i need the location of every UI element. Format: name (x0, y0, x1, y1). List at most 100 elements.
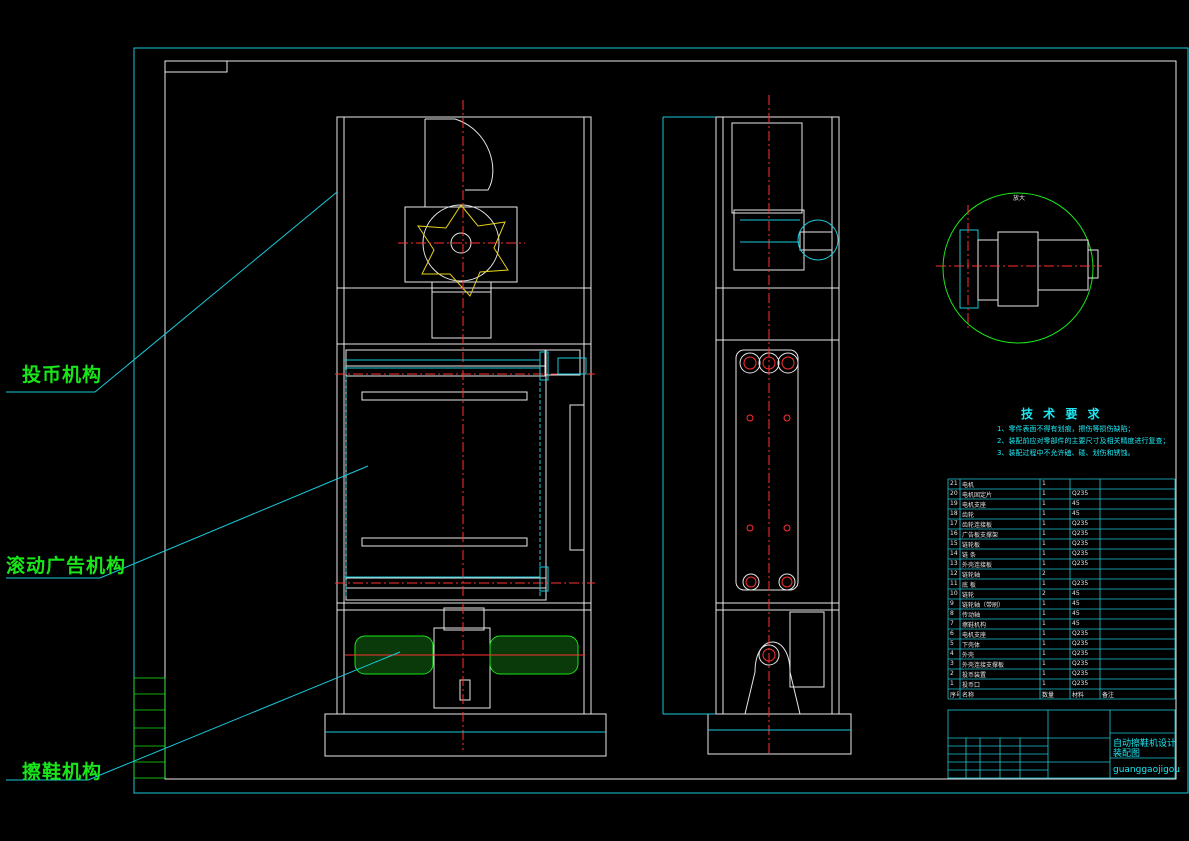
bom-cell-qty: 1 (1042, 640, 1046, 647)
bom-cell-name: 底 板 (962, 582, 976, 589)
callout-leaders (6, 191, 401, 781)
callout-scroll-ad-mechanism: 滚动广告机构 (6, 555, 127, 577)
bom-cell-no: 19 (950, 500, 958, 507)
bom-cell-material: Q235 (1072, 520, 1089, 527)
bom-cell-no: 17 (950, 520, 958, 527)
bom-cell-material: 45 (1072, 620, 1080, 627)
bom-cell-qty: 1 (1042, 560, 1046, 567)
bom-cell-no: 15 (950, 540, 958, 547)
bom-cell-material: Q235 (1072, 560, 1089, 567)
side-cyan-details (662, 116, 851, 731)
detail-title: 放大 (1013, 195, 1026, 202)
bom-header-cell: 备注 (1102, 692, 1115, 699)
bom-cell-no: 3 (950, 660, 954, 667)
callout-shoe-wipe-mechanism: 擦鞋机构 (22, 761, 103, 783)
bom-cell-no: 6 (950, 630, 954, 637)
bom-cell-no: 1 (950, 680, 954, 687)
bom-cell-name: 擦鞋机构 (962, 622, 987, 629)
front-cyan-details (325, 351, 606, 733)
bom-cell-qty: 1 (1042, 510, 1046, 517)
tech-requirements-title: 技 术 要 求 (1021, 407, 1103, 421)
bom-cell-name: 投币装置 (962, 672, 987, 679)
side-view (707, 116, 852, 755)
bom-cell-material: Q235 (1072, 580, 1089, 587)
brush-rollers (345, 635, 585, 675)
bom-cell-qty: 1 (1042, 540, 1046, 547)
bom-cell-name: 投币口 (962, 682, 981, 689)
bom-cell-no: 7 (950, 620, 954, 627)
bom-cell-no: 5 (950, 640, 954, 647)
company-name: guanggaojigou (1113, 765, 1181, 775)
bom-cell-no: 16 (950, 530, 958, 537)
bom-cell-name: 外壳 (962, 652, 975, 659)
bom-cell-name: 链 条 (962, 552, 976, 559)
bom-cell-name: 电机支座 (962, 632, 987, 639)
bom-cell-material: Q235 (1072, 660, 1089, 667)
bom-cell-qty: 2 (1042, 570, 1046, 577)
bom-cell-no: 4 (950, 650, 954, 657)
bom-cell-no: 10 (950, 590, 958, 597)
bom-cell-name: 链轮轴（带刷） (962, 602, 1005, 609)
bom-header-cell: 材料 (1072, 692, 1085, 699)
bom-cell-name: 电机 (962, 482, 975, 489)
bom-cell-qty: 1 (1042, 550, 1046, 557)
bom-cell-name: 电机固定片 (962, 492, 993, 499)
left-signoff-strip (133, 677, 166, 779)
bom-cell-qty: 1 (1042, 530, 1046, 537)
bom-cell-qty: 1 (1042, 610, 1046, 617)
bom-cell-qty: 1 (1042, 630, 1046, 637)
bom-cell-no: 11 (950, 580, 958, 587)
bom-cell-name: 链轮板 (962, 542, 981, 549)
bom-header-cell: 数量 (1042, 692, 1055, 699)
bom-cell-name: 下壳体 (962, 642, 981, 649)
bom-cell-no: 9 (950, 600, 954, 607)
bom-cell-name: 链轮轴 (962, 572, 981, 579)
bom-cell-no: 14 (950, 550, 958, 557)
bom-cell-no: 20 (950, 490, 958, 497)
bom-cell-qty: 2 (1042, 590, 1046, 597)
bom-cell-material: Q235 (1072, 640, 1089, 647)
bom-cell-name: 齿轮连接板 (962, 522, 993, 529)
bom-cell-name: 外壳连接支撑板 (962, 662, 1005, 669)
bom-cell-no: 2 (950, 670, 954, 677)
cad-drawing (6, 47, 1189, 794)
bom-cell-name: 链轮 (962, 592, 975, 599)
bom-cell-name: 电机支座 (962, 502, 987, 509)
bom-cell-no: 18 (950, 510, 958, 517)
bom-cell-no: 21 (950, 480, 958, 487)
bom-cell-qty: 1 (1042, 520, 1046, 527)
bom-cell-qty: 1 (1042, 620, 1046, 627)
detail-view (936, 192, 1102, 344)
bom-cell-material: Q235 (1072, 530, 1089, 537)
bom-cell-qty: 1 (1042, 500, 1046, 507)
bom-cell-qty: 1 (1042, 680, 1046, 687)
bom-cell-material: Q235 (1072, 680, 1089, 687)
bom-cell-name: 齿轮 (962, 512, 975, 519)
callout-coin-mechanism: 投币机构 (22, 364, 103, 386)
bom-cell-material: 45 (1072, 610, 1080, 617)
tech-requirement-2: 2、装配前应对零部件的主要尺寸及相关精度进行复查； (997, 437, 1170, 445)
bom-cell-qty: 1 (1042, 480, 1046, 487)
bom-cell-no: 12 (950, 570, 958, 577)
bom-cell-no: 8 (950, 610, 954, 617)
bom-cell-material: 45 (1072, 590, 1080, 597)
bom-cell-material: Q235 (1072, 650, 1089, 657)
bom-cell-qty: 1 (1042, 670, 1046, 677)
bom-cell-qty: 1 (1042, 490, 1046, 497)
drawing-title: 装配图 (1113, 749, 1141, 759)
bom-header-cell: 名称 (962, 692, 975, 699)
corner-box (164, 60, 228, 73)
bom-cell-material: 45 (1072, 510, 1080, 517)
bom-cell-qty: 1 (1042, 650, 1046, 657)
bom-cell-material: Q235 (1072, 550, 1089, 557)
bom-cell-name: 传动轴 (962, 612, 981, 619)
side-red-details (743, 95, 795, 755)
bom-cell-name: 广告板支撑架 (962, 532, 999, 539)
bom-cell-material: 45 (1072, 600, 1080, 607)
bom-cell-name: 外壳连接板 (962, 562, 993, 569)
bom-cell-material: Q235 (1072, 630, 1089, 637)
bom-header-cell: 序号 (950, 692, 959, 699)
bom-cell-qty: 1 (1042, 580, 1046, 587)
bom-cell-material: Q235 (1072, 490, 1089, 497)
bom-cell-material: 45 (1072, 500, 1080, 507)
